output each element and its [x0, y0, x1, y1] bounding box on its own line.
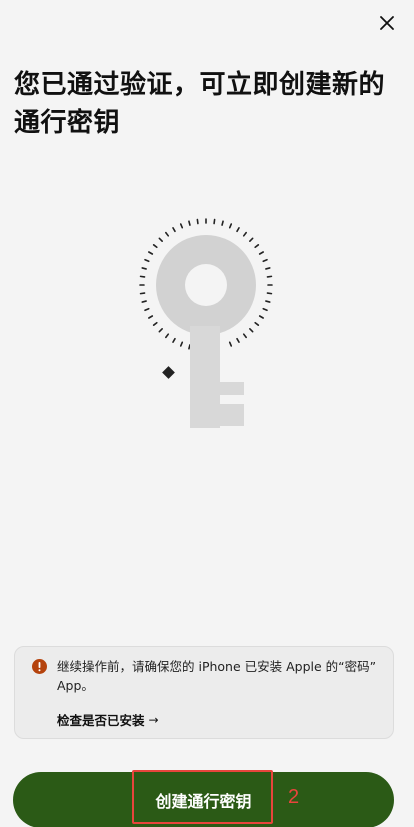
ring-tick	[265, 267, 271, 270]
ring-tick	[139, 275, 146, 278]
ring-tick	[266, 275, 273, 278]
ring-tick	[158, 328, 163, 333]
arrow-right-icon: →	[148, 712, 159, 727]
ring-tick	[262, 258, 268, 263]
page-title: 您已通过验证，可立即创建新的通行密钥	[14, 70, 386, 138]
ring-tick	[249, 237, 254, 242]
ring-tick	[249, 328, 254, 333]
ring-tick	[152, 321, 158, 326]
close-icon	[380, 16, 394, 30]
ring-tick	[172, 227, 176, 233]
ring-tick	[213, 218, 216, 225]
ring-tick	[165, 231, 170, 237]
close-button[interactable]	[372, 8, 402, 38]
create-passkey-label: 创建通行密钥	[155, 792, 252, 811]
ring-tick	[228, 341, 233, 347]
ring-tick	[242, 333, 247, 339]
create-passkey-button[interactable]: 创建通行密钥	[13, 772, 394, 827]
ring-tick	[196, 218, 199, 225]
ring-tick	[148, 251, 154, 255]
ring-tick	[254, 321, 260, 326]
ring-tick	[188, 344, 191, 350]
ring-tick	[165, 333, 170, 339]
ring-tick	[172, 337, 176, 343]
ring-tick	[179, 341, 184, 347]
ring-tick	[141, 267, 147, 270]
ring-tick	[266, 292, 273, 295]
key-illustration	[120, 208, 290, 438]
ring-tick	[144, 307, 150, 312]
ring-tick	[242, 231, 247, 237]
ring-tick	[236, 337, 240, 343]
ring-tick	[141, 300, 147, 303]
ring-tick	[236, 227, 240, 233]
ring-tick	[188, 220, 191, 226]
check-installed-label: 检查是否已安装	[57, 713, 145, 728]
check-installed-link[interactable]: 检查是否已安装 →	[57, 710, 159, 729]
ring-tick	[265, 300, 271, 303]
ring-tick	[144, 258, 150, 263]
warning-icon	[32, 659, 47, 674]
ring-tick	[228, 223, 233, 229]
annotation-step-number: 2	[288, 786, 300, 808]
ring-tick	[254, 244, 260, 249]
notice-text: 继续操作前，请确保您的 iPhone 已安装 Apple 的“密码” App。	[57, 659, 377, 693]
key-icon	[139, 218, 273, 428]
install-notice: 继续操作前，请确保您的 iPhone 已安装 Apple 的“密码” App。 …	[14, 646, 394, 739]
ring-tick	[179, 223, 184, 229]
ring-tick	[262, 307, 268, 312]
ring-tick	[148, 315, 154, 319]
ring-tick	[258, 251, 264, 255]
ring-tick	[158, 237, 163, 242]
ring-tick	[139, 292, 146, 295]
ring-tick	[221, 220, 224, 226]
ring-tick	[152, 244, 158, 249]
ring-tick	[258, 315, 264, 319]
